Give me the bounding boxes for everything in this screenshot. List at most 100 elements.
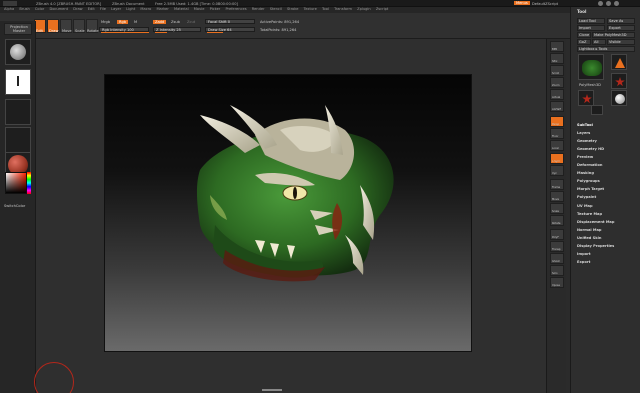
texture-selector[interactable] [5,127,31,153]
xyz-button[interactable]: Xyz [550,165,564,176]
ghost-button[interactable]: Ghost [550,253,564,264]
morph-target-menu[interactable]: Morph Target [577,187,604,191]
move-button[interactable]: Move [60,19,72,33]
polypaint-menu[interactable]: Polypaint [577,195,596,199]
display-properties-menu[interactable]: Display Properties [577,244,614,248]
draw-size-slider[interactable]: Draw Size 64 [205,27,255,33]
menu-tool[interactable]: Tool [322,7,329,11]
rgb-toggle[interactable]: Rgb [117,20,129,24]
load-tool-button[interactable]: Load Tool [577,18,605,24]
menu-material[interactable]: Material [174,7,189,11]
cylinder-thumbnail[interactable] [611,90,627,106]
solo-button[interactable]: Solo [550,265,564,276]
simplebrush-thumbnail[interactable] [611,54,627,70]
geometry-menu[interactable]: Geometry [577,139,597,143]
zcut-toggle[interactable]: Zcut [187,20,195,24]
tool-palette-header[interactable]: Tool [571,9,640,15]
polyf-button[interactable]: PolyF [550,229,564,240]
focal-shift-slider[interactable]: Focal Shift 0 [205,19,255,24]
polygroups-menu[interactable]: Polygroups [577,179,600,183]
move-view-button[interactable]: Move [550,191,564,202]
spix-button[interactable]: SPix [550,53,564,64]
z-intensity-slider[interactable]: Z Intensity 25 [153,27,201,33]
menu-file[interactable]: File [100,7,106,11]
minimize-icon[interactable] [598,1,603,6]
subtool-thumbnail[interactable] [591,105,603,115]
import-button[interactable]: Import [577,25,605,31]
draw-button[interactable]: Draw [47,19,59,33]
floor-button[interactable]: Floor [550,128,564,139]
stroke-selector[interactable] [5,69,31,95]
menu-transform[interactable]: Transform [334,7,352,11]
color-picker[interactable] [5,172,31,198]
switch-color-button[interactable]: SwitchColor [4,204,25,208]
current-tool-thumbnail[interactable] [578,54,604,80]
rgb-intensity-slider[interactable]: Rgb Intensity 100 [99,27,149,33]
lightbox-tools-button[interactable]: Lightbox ▸ Tools [577,46,635,52]
texture-map-menu[interactable]: Texture Map [577,212,602,216]
hue-strip[interactable] [27,172,31,194]
menu-preferences[interactable]: Preferences [225,7,246,11]
actual-button[interactable]: Actual [550,89,564,100]
menu-zscript[interactable]: Zscript [376,7,388,11]
visible-button[interactable]: Visible [607,39,635,45]
menu-brush[interactable]: Brush [19,7,29,11]
clone-button[interactable]: Clone [577,32,591,38]
zsub-toggle[interactable]: Zsub [171,20,180,24]
menu-stencil[interactable]: Stencil [270,7,282,11]
import-menu[interactable]: Import [577,252,591,256]
geometry-hd-menu[interactable]: Geometry HD [577,147,604,151]
deformation-menu[interactable]: Deformation [577,163,602,167]
menu-light[interactable]: Light [126,7,135,11]
uv-map-menu[interactable]: UV Map [577,204,593,208]
zoom-button[interactable]: Zoom [550,77,564,88]
alpha-selector[interactable] [5,99,31,125]
rotate-view-button[interactable]: Rotate [550,215,564,226]
unified-skin-menu[interactable]: Unified Skin [577,236,601,240]
preview-menu[interactable]: Preview [577,155,593,159]
lsym-button[interactable]: L.Sym [550,153,564,164]
make-polymesh-button[interactable]: Make PolyMesh3D [592,32,635,38]
masking-menu[interactable]: Masking [577,171,594,175]
color-square[interactable] [5,172,27,194]
displacement-map-menu[interactable]: Displacement Map [577,220,614,224]
m-toggle[interactable]: M [134,20,137,24]
menu-alpha[interactable]: Alpha [4,7,14,11]
menu-zplugin[interactable]: Zplugin [357,7,371,11]
sphere3d-thumbnail[interactable] [611,73,627,89]
transp-button[interactable]: Transp [550,241,564,252]
polymesh-thumbnail-2[interactable] [578,90,594,106]
menu-stroke[interactable]: Stroke [287,7,298,11]
persp-button[interactable]: Persp [550,116,564,127]
horizontal-scrollbar[interactable] [262,389,282,391]
menu-movie[interactable]: Movie [194,7,205,11]
menu-document[interactable]: Document [49,7,68,11]
aahalf-button[interactable]: AAHalf [550,101,564,112]
menu-macro[interactable]: Macro [140,7,151,11]
menu-texture[interactable]: Texture [304,7,317,11]
projection-master-button[interactable]: Projection Master [4,23,32,35]
subtool-menu[interactable]: SubTool [577,123,593,127]
scale-button[interactable]: Scale [73,19,85,33]
brush-selector[interactable] [5,39,31,65]
default-zscript-button[interactable]: DefaultZScript [532,2,558,6]
frame-button[interactable]: Frame [550,179,564,190]
xpose-button[interactable]: Xpose [550,277,564,288]
menu-marker[interactable]: Marker [156,7,168,11]
menu-layer[interactable]: Layer [111,7,121,11]
normal-map-menu[interactable]: Normal Map [577,228,601,232]
save-as-button[interactable]: Save As [607,18,635,24]
menu-picker[interactable]: Picker [210,7,221,11]
bpr-button[interactable]: BPR [550,41,564,52]
scroll-button[interactable]: Scroll [550,65,564,76]
scale-view-button[interactable]: Scale [550,203,564,214]
canvas[interactable] [104,74,472,352]
menus-button[interactable]: Menus [514,1,530,5]
export-button[interactable]: Export [607,25,635,31]
all-button[interactable]: All [592,39,606,45]
zadd-toggle[interactable]: Zadd [153,20,167,24]
mrgb-toggle[interactable]: Mrgb [101,20,110,24]
layers-menu[interactable]: Layers [577,131,590,135]
menu-draw[interactable]: Draw [73,7,82,11]
local-button[interactable]: Local [550,140,564,151]
